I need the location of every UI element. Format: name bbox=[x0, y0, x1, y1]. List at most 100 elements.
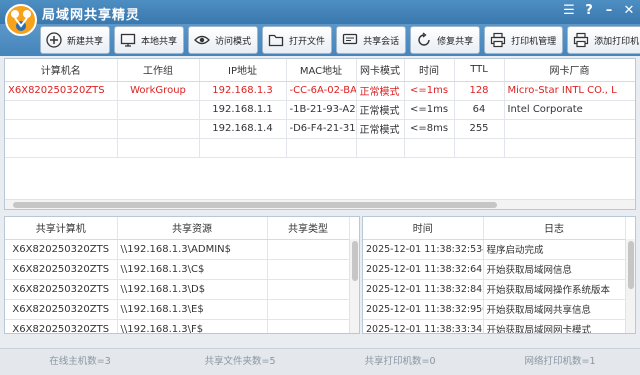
repair-share-label: 修复共享 bbox=[437, 36, 474, 47]
new-share-button[interactable]: 新建共享 bbox=[40, 26, 111, 54]
shared-printers-count: 共享打印机数=0 bbox=[364, 356, 436, 367]
table-row[interactable]: 192.168.1.4 -D6-F4-21-31- 正常模式 <=8ms 255 bbox=[5, 119, 635, 139]
col-share-type[interactable]: 共享类型 bbox=[267, 217, 350, 240]
cell: \\192.168.1.3\D$ bbox=[117, 279, 268, 300]
cell bbox=[117, 119, 200, 139]
cell: 2025-12-01 11:38:32:641 bbox=[363, 259, 484, 280]
title-bar: 局域网共享精灵 ☰ ? – ✕ bbox=[0, 0, 640, 36]
cell: 2025-12-01 11:38:32:950 bbox=[363, 299, 484, 320]
cell: 192.168.1.3 bbox=[199, 81, 287, 101]
table-row[interactable]: X6X820250320ZTS \\192.168.1.3\D$ bbox=[5, 279, 350, 300]
help-icon[interactable]: ? bbox=[582, 3, 596, 19]
cell: 192.168.1.1 bbox=[199, 100, 287, 120]
cell: \\192.168.1.3\ADMIN$ bbox=[117, 239, 268, 260]
cell: -CC-6A-02-BA bbox=[286, 81, 357, 101]
cell: 64 bbox=[454, 100, 505, 120]
vertical-scrollbar[interactable] bbox=[349, 239, 359, 333]
cell: -D6-F4-21-31- bbox=[286, 119, 357, 139]
cell: X6X820250320ZTS bbox=[5, 319, 118, 333]
close-icon[interactable]: ✕ bbox=[622, 3, 636, 19]
cell: X6X820250320ZTS bbox=[5, 259, 118, 280]
open-file-button[interactable]: 打开文件 bbox=[262, 26, 333, 54]
cell: 开始获取局域网操作系统版本 bbox=[483, 279, 626, 300]
cell: Intel Corporate bbox=[504, 100, 635, 120]
cell bbox=[267, 239, 350, 260]
plus-icon bbox=[45, 31, 63, 49]
repair-share-button[interactable]: 修复共享 bbox=[410, 26, 481, 54]
cell: 正常模式 bbox=[356, 100, 405, 120]
cell: -1B-21-93-A2- bbox=[286, 100, 357, 120]
log-row[interactable]: 2025-12-01 11:38:33:343 开始获取局域网网卡模式 bbox=[363, 319, 626, 333]
col-share-resource[interactable]: 共享资源 bbox=[117, 217, 268, 240]
cell: X6X820250320ZTS bbox=[5, 299, 118, 320]
col-share-computer[interactable]: 共享计算机 bbox=[5, 217, 118, 240]
cell: 2025-12-01 11:38:33:343 bbox=[363, 319, 484, 333]
table-row[interactable]: X6X820250320ZTS \\192.168.1.3\ADMIN$ bbox=[5, 239, 350, 260]
cell: Micro-Star INTL CO., L bbox=[504, 81, 635, 101]
printer-icon bbox=[489, 31, 507, 49]
col-log-time[interactable]: 时间 bbox=[363, 217, 484, 240]
col-workgroup[interactable]: 工作组 bbox=[117, 59, 200, 82]
folder-icon bbox=[267, 31, 285, 49]
printer-manage-button[interactable]: 打印机管理 bbox=[484, 26, 564, 54]
cell: 128 bbox=[454, 81, 505, 101]
access-mode-button[interactable]: 访问模式 bbox=[188, 26, 259, 54]
cell: <=1ms bbox=[404, 81, 455, 101]
col-computer-name[interactable]: 计算机名 bbox=[5, 59, 118, 82]
cell: \\192.168.1.3\F$ bbox=[117, 319, 268, 333]
col-ip[interactable]: IP地址 bbox=[199, 59, 287, 82]
col-vendor[interactable]: 网卡厂商 bbox=[504, 59, 635, 82]
cell: 开始获取局域网网卡模式 bbox=[483, 319, 626, 333]
hosts-table: 计算机名 工作组 IP地址 MAC地址 网卡模式 时间 TTL 网卡厂商 X6X… bbox=[5, 59, 635, 158]
online-hosts-count: 在线主机数=3 bbox=[49, 356, 111, 367]
cell: \\192.168.1.3\C$ bbox=[117, 259, 268, 280]
shares-table: 共享计算机 共享资源 共享类型 X6X820250320ZTS \\192.168… bbox=[5, 217, 350, 333]
toolbar: 新建共享 本地共享 访问模式 打开文件 共享会话 修复共享 打印机管理 添加打印… bbox=[0, 24, 640, 56]
table-row[interactable]: X6X820250320ZTS \\192.168.1.3\F$ bbox=[5, 319, 350, 333]
status-bar: 在线主机数=3 共享文件夹数=5 共享打印机数=0 网络打印机数=1 bbox=[0, 348, 640, 375]
cell: \\192.168.1.3\E$ bbox=[117, 299, 268, 320]
table-row[interactable]: 192.168.1.1 -1B-21-93-A2- 正常模式 <=1ms 64 … bbox=[5, 100, 635, 120]
col-log-message[interactable]: 日志 bbox=[483, 217, 626, 240]
cell: X6X820250320ZTS bbox=[5, 239, 118, 260]
hosts-table-panel: 计算机名 工作组 IP地址 MAC地址 网卡模式 时间 TTL 网卡厂商 X6X… bbox=[4, 58, 636, 210]
add-printer-button[interactable]: 添加打印机 bbox=[567, 26, 640, 54]
cell: <=1ms bbox=[404, 100, 455, 120]
log-row[interactable]: 2025-12-01 11:38:32:842 开始获取局域网操作系统版本 bbox=[363, 279, 626, 300]
horizontal-scrollbar[interactable] bbox=[5, 199, 635, 209]
share-session-button[interactable]: 共享会话 bbox=[336, 26, 407, 54]
log-row[interactable]: 2025-12-01 11:38:32:950 开始获取局域网共享信息 bbox=[363, 299, 626, 320]
share-session-label: 共享会话 bbox=[363, 36, 400, 47]
col-ttl[interactable]: TTL bbox=[454, 59, 505, 82]
table-row[interactable]: X6X820250320ZTS \\192.168.1.3\C$ bbox=[5, 259, 350, 280]
log-table: 时间 日志 2025-12-01 11:38:32:534 程序启动完成 2025… bbox=[363, 217, 626, 333]
cell: 255 bbox=[454, 119, 505, 139]
cell: 正常模式 bbox=[356, 81, 405, 101]
cell: 192.168.1.4 bbox=[199, 119, 287, 139]
col-time[interactable]: 时间 bbox=[404, 59, 455, 82]
cell bbox=[267, 299, 350, 320]
minimize-icon[interactable]: – bbox=[602, 3, 616, 19]
table-row[interactable]: X6X820250320ZTS \\192.168.1.3\E$ bbox=[5, 299, 350, 320]
cell: 正常模式 bbox=[356, 119, 405, 139]
eye-icon bbox=[193, 31, 211, 49]
app-logo-icon bbox=[5, 4, 37, 36]
vertical-scrollbar[interactable] bbox=[625, 239, 635, 333]
local-share-button[interactable]: 本地共享 bbox=[114, 26, 185, 54]
cell: 开始获取局域网共享信息 bbox=[483, 299, 626, 320]
log-row[interactable]: 2025-12-01 11:38:32:534 程序启动完成 bbox=[363, 239, 626, 260]
log-table-panel: 时间 日志 2025-12-01 11:38:32:534 程序启动完成 2025… bbox=[362, 216, 636, 334]
printer-manage-label: 打印机管理 bbox=[511, 36, 557, 47]
cell: WorkGroup bbox=[117, 81, 200, 101]
log-row[interactable]: 2025-12-01 11:38:32:641 开始获取局域网信息 bbox=[363, 259, 626, 280]
refresh-icon bbox=[415, 31, 433, 49]
app-title: 局域网共享精灵 bbox=[42, 8, 141, 23]
cell bbox=[5, 119, 118, 139]
printer-add-icon bbox=[572, 31, 590, 49]
menu-icon[interactable]: ☰ bbox=[562, 3, 576, 19]
cell bbox=[267, 259, 350, 280]
table-row bbox=[5, 138, 635, 158]
col-mac[interactable]: MAC地址 bbox=[286, 59, 357, 82]
table-row[interactable]: X6X820250320ZTS WorkGroup 192.168.1.3 -C… bbox=[5, 81, 635, 101]
col-nic-mode[interactable]: 网卡模式 bbox=[356, 59, 405, 82]
